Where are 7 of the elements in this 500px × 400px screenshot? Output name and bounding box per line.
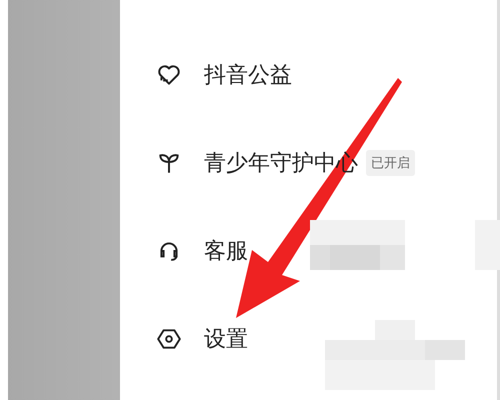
menu-item[interactable]: 抖音公益 bbox=[156, 31, 292, 119]
menu-label: 设置 bbox=[204, 326, 248, 354]
menu-item[interactable]: 设置 bbox=[156, 295, 248, 383]
status-badge: 已开启 bbox=[366, 150, 415, 176]
menu-item[interactable]: 客服 bbox=[156, 207, 248, 295]
menu-label: 抖音公益 bbox=[204, 62, 292, 90]
menu-label: 客服 bbox=[204, 238, 248, 266]
